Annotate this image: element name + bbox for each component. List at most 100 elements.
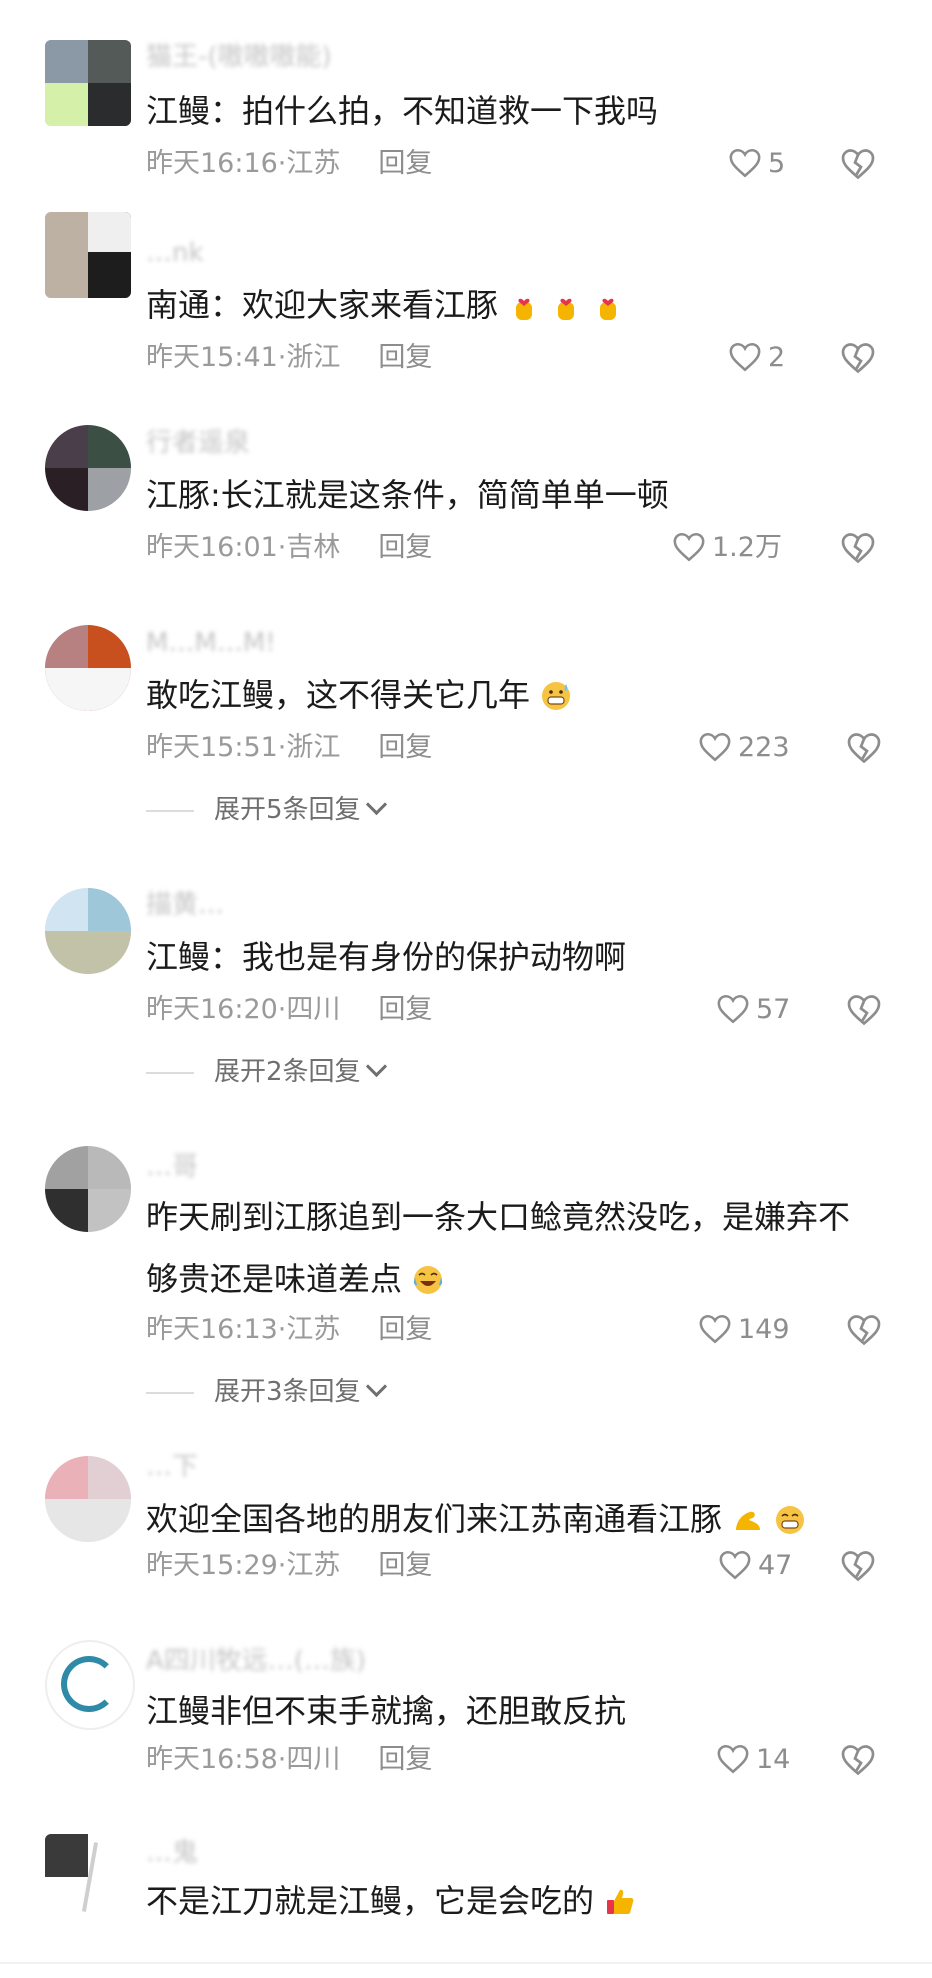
heart-outline-icon (717, 1744, 749, 1774)
comment-meta: 昨天16:13·江苏 回复 (146, 1312, 432, 1348)
heart-outline-icon (699, 1314, 731, 1344)
broken-heart-icon[interactable] (840, 1743, 876, 1777)
broken-heart-icon[interactable] (840, 531, 876, 565)
avatar[interactable] (45, 625, 131, 711)
like-count: 14 (756, 1744, 791, 1775)
comment-text-body: 江鳗非但不束手就擒，还胆敢反抗 (146, 1692, 627, 1730)
like-count: 47 (758, 1550, 793, 1581)
comment-text: 江鳗非但不束手就擒，还胆敢反抗 (146, 1680, 886, 1742)
expand-divider (146, 1071, 194, 1074)
heart-outline-icon (729, 342, 761, 372)
like-button[interactable]: 14 (716, 1742, 790, 1778)
comment-text: 江鳗：我也是有身份的保护动物啊 (146, 926, 886, 988)
heart-outline-icon (699, 732, 731, 762)
expand-replies-button[interactable]: 展开5条回复 (146, 792, 387, 828)
reply-button[interactable]: 回复 (378, 992, 432, 1028)
avatar[interactable] (45, 212, 131, 298)
avatar[interactable] (45, 1456, 131, 1542)
timestamp-location: 昨天16:13·江苏 (146, 1314, 341, 1345)
expand-replies-label: 展开2条回复 (214, 1057, 361, 1087)
comment-text-body: 不是江刀就是江鳗，它是会吃的 (146, 1882, 595, 1920)
heart-outline-icon (729, 148, 761, 178)
broken-heart-icon[interactable] (846, 1313, 882, 1347)
chevron-down-icon (365, 1055, 387, 1078)
username[interactable]: 描黄… (146, 888, 224, 922)
reply-button[interactable]: 回复 (378, 1742, 432, 1778)
timestamp-location: 昨天15:29·江苏 (146, 1550, 341, 1581)
broken-heart-icon[interactable] (846, 731, 882, 765)
grimace-sweat-emoji (542, 682, 571, 710)
comment-text-body: 南通：欢迎大家来看江豚 (146, 286, 499, 324)
like-button[interactable]: 47 (718, 1548, 792, 1584)
username[interactable]: M…M…M! (146, 626, 276, 660)
chevron-down-icon (365, 1375, 387, 1398)
laugh-cry-emoji (413, 1266, 443, 1294)
comment-text: 敢吃江鳗，这不得关它几年 (146, 664, 886, 726)
comment-meta: 昨天16:58·四川 回复 (146, 1742, 432, 1778)
comment-text-body: 昨天刷到江豚追到一条大口鲶竟然没吃，是嫌弃不够贵还是味道差点 (146, 1198, 851, 1298)
broken-heart-icon[interactable] (840, 1549, 876, 1583)
expand-replies-label: 展开5条回复 (214, 795, 361, 825)
like-button[interactable]: 5 (728, 146, 785, 182)
like-button[interactable]: 149 (698, 1312, 790, 1348)
like-count: 2 (768, 342, 786, 373)
avatar[interactable] (45, 425, 131, 511)
like-button[interactable]: 1.2万 (672, 530, 782, 566)
comment-text-body: 江豚:长江就是这条件，简简单单一顿 (146, 476, 669, 514)
grin-emoji (776, 1506, 805, 1534)
reply-button[interactable]: 回复 (378, 730, 432, 766)
avatar[interactable] (45, 1146, 131, 1232)
username[interactable]: 行者遥泉 (146, 426, 250, 460)
broken-heart-icon[interactable] (846, 993, 882, 1027)
like-count: 5 (768, 148, 786, 179)
reply-button[interactable]: 回复 (378, 146, 432, 182)
username[interactable]: …nk (146, 236, 204, 270)
comment-meta: 昨天16:20·四川 回复 (146, 992, 432, 1028)
heart-outline-icon (673, 532, 705, 562)
comment-meta: 昨天16:01·吉林 回复 (146, 530, 432, 566)
comment-text: 南通：欢迎大家来看江豚 (146, 274, 886, 336)
comment-text: 不是江刀就是江鳗，它是会吃的 (146, 1870, 886, 1932)
heart-outline-icon (719, 1550, 751, 1580)
timestamp-location: 昨天16:20·四川 (146, 994, 341, 1025)
like-button[interactable]: 223 (698, 730, 790, 766)
username[interactable]: …下 (146, 1450, 198, 1484)
broken-heart-icon[interactable] (840, 341, 876, 375)
comment-text-body: 江鳗：我也是有身份的保护动物啊 (146, 938, 627, 976)
broken-heart-icon[interactable] (840, 147, 876, 181)
comment-text: 昨天刷到江豚追到一条大口鲶竟然没吃，是嫌弃不够贵还是味道差点 (146, 1186, 876, 1310)
like-button[interactable]: 57 (716, 992, 790, 1028)
comment-text-body: 江鳗：拍什么拍，不知道救一下我吗 (146, 92, 659, 130)
timestamp-location: 昨天16:01·吉林 (146, 532, 341, 563)
comment-meta: 昨天15:51·浙江 回复 (146, 730, 432, 766)
comment-text: 欢迎全国各地的朋友们来江苏南通看江豚 (146, 1488, 886, 1550)
timestamp-location: 昨天15:41·浙江 (146, 342, 341, 373)
expand-replies-label: 展开3条回复 (214, 1377, 361, 1407)
comment-text: 江鳗：拍什么拍，不知道救一下我吗 (146, 80, 886, 142)
expand-replies-button[interactable]: 展开2条回复 (146, 1054, 387, 1090)
comment-meta: 昨天16:16·江苏 回复 (146, 146, 432, 182)
expand-replies-button[interactable]: 展开3条回复 (146, 1374, 387, 1410)
timestamp-location: 昨天15:51·浙江 (146, 732, 341, 763)
avatar[interactable] (45, 40, 131, 126)
avatar[interactable] (45, 1834, 131, 1920)
username[interactable]: 猫王-(嗷嗷嗷能) (146, 40, 332, 74)
username[interactable]: A四川牧远…(…族) (146, 1644, 366, 1678)
like-count: 1.2万 (712, 532, 782, 563)
avatar[interactable] (45, 888, 131, 974)
thumbs-up-emoji (607, 1889, 634, 1914)
reply-button[interactable]: 回复 (378, 1312, 432, 1348)
flex-arm-emoji (736, 1511, 761, 1530)
reply-button[interactable]: 回复 (378, 1548, 432, 1584)
username[interactable]: …哥 (146, 1150, 198, 1184)
reply-button[interactable]: 回复 (378, 530, 432, 566)
hand-heart-emoji (600, 298, 617, 320)
timestamp-location: 昨天16:58·四川 (146, 1744, 341, 1775)
comment-text-body: 敢吃江鳗，这不得关它几年 (146, 676, 531, 714)
avatar[interactable] (45, 1640, 135, 1730)
timestamp-location: 昨天16:16·江苏 (146, 148, 341, 179)
reply-button[interactable]: 回复 (378, 340, 432, 376)
username[interactable]: …鬼 (146, 1836, 198, 1870)
like-button[interactable]: 2 (728, 340, 785, 376)
expand-divider (146, 1391, 194, 1394)
